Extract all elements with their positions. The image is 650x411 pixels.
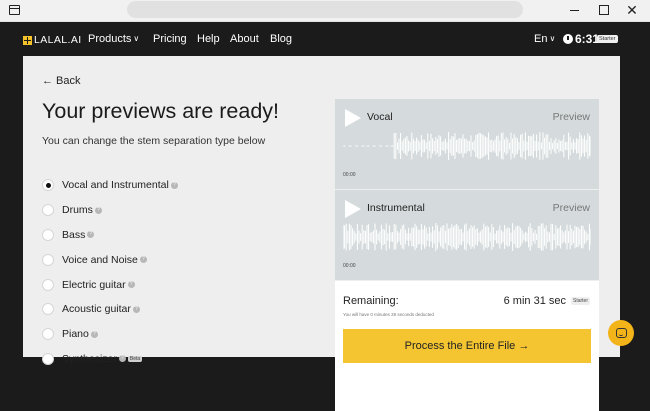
track-name: Instrumental	[367, 202, 425, 214]
language-label: En	[534, 33, 548, 45]
chat-icon	[615, 328, 627, 338]
instrumental-waveform[interactable]	[343, 222, 591, 252]
option-label: Vocal and Instrumental	[62, 179, 169, 192]
radio-icon[interactable]	[42, 328, 54, 341]
play-icon[interactable]	[345, 109, 361, 127]
info-icon[interactable]: ?	[94, 206, 102, 214]
track-instrumental: Instrumental Preview 00:00	[335, 190, 599, 280]
nav-blog[interactable]: Blog	[270, 33, 292, 45]
page-scrollbar[interactable]	[632, 56, 650, 357]
track-time: 00:00	[343, 263, 356, 269]
option-piano[interactable]: Piano ?	[42, 322, 178, 347]
chevron-down-icon: ∨	[133, 34, 140, 43]
option-voice-noise[interactable]: Voice and Noise ?	[42, 247, 178, 272]
deduction-note: You will have 0 minutes 28 seconds deduc…	[343, 312, 434, 317]
info-icon[interactable]: ?	[170, 181, 178, 189]
site-nav: LALAL.AI Products ∨ Pricing Help About Bl…	[0, 22, 650, 56]
stem-type-options: Vocal and Instrumental ? Drums ? Bass ? …	[42, 173, 178, 371]
option-label: Acoustic guitar	[62, 303, 131, 316]
vocal-waveform[interactable]	[343, 131, 591, 161]
option-label: Electric guitar	[62, 278, 126, 291]
remaining-label: Remaining:	[343, 295, 399, 307]
option-acoustic-guitar[interactable]: Acoustic guitar ?	[42, 297, 178, 322]
preview-panel: Vocal Preview 00:00 Instrumental Preview…	[335, 99, 599, 411]
logo-icon	[23, 35, 32, 45]
radio-icon[interactable]	[42, 303, 54, 316]
info-icon[interactable]: ?	[90, 330, 98, 338]
radio-icon[interactable]	[42, 228, 54, 241]
remaining-box: Remaining: 6 min 31 sec Starter You will…	[335, 281, 599, 411]
plan-badge: Starter	[597, 35, 618, 43]
radio-icon[interactable]	[42, 352, 54, 365]
radio-icon[interactable]	[42, 253, 54, 266]
info-icon[interactable]: ?	[132, 305, 140, 313]
window-icon	[9, 5, 20, 15]
logo-text: LALAL.AI	[34, 34, 82, 46]
track-vocal: Vocal Preview 00:00	[335, 99, 599, 189]
time-balance-value: 6:31	[575, 32, 600, 46]
minimize-icon[interactable]	[567, 3, 583, 17]
info-icon[interactable]: ?	[139, 256, 147, 264]
main-content: ← Back Your previews are ready! You can …	[23, 56, 620, 411]
radio-icon[interactable]	[42, 204, 54, 217]
maximize-icon[interactable]	[596, 3, 612, 17]
option-label: Synthesizer	[62, 352, 117, 365]
page-subtitle: You can change the stem separation type …	[42, 135, 266, 147]
remaining-value: 6 min 31 sec	[503, 295, 566, 307]
radio-selected-icon[interactable]	[42, 179, 54, 192]
page-title: Your previews are ready!	[42, 99, 280, 123]
option-vocal-instrumental[interactable]: Vocal and Instrumental ?	[42, 173, 178, 198]
address-bar[interactable]	[127, 1, 523, 18]
option-electric-guitar[interactable]: Electric guitar ?	[42, 272, 178, 297]
chat-button[interactable]	[608, 320, 634, 346]
option-label: Bass	[62, 228, 86, 241]
info-icon[interactable]: ?	[87, 231, 95, 239]
logo[interactable]: LALAL.AI	[23, 34, 82, 46]
language-selector[interactable]: En ∨	[534, 33, 555, 45]
track-preview-label: Preview	[552, 111, 590, 123]
option-bass[interactable]: Bass ?	[42, 223, 178, 248]
back-link[interactable]: ← Back	[42, 75, 81, 87]
track-time: 00:00	[343, 172, 356, 178]
chevron-down-icon: ∨	[549, 34, 556, 43]
clock-icon	[563, 34, 573, 44]
nav-products-label: Products	[88, 33, 132, 45]
track-name: Vocal	[367, 111, 393, 123]
nav-pricing[interactable]: Pricing	[153, 33, 187, 45]
option-synthesizer[interactable]: Synthesizer ? Beta	[42, 347, 178, 372]
window-titlebar: ✕	[0, 0, 650, 22]
process-entire-file-button[interactable]: Process the Entire File →	[343, 329, 591, 363]
time-balance[interactable]: 6:31	[563, 32, 599, 46]
track-preview-label: Preview	[552, 202, 590, 214]
nav-about[interactable]: About	[230, 33, 259, 45]
radio-icon[interactable]	[42, 278, 54, 291]
option-label: Drums	[62, 204, 93, 217]
plan-badge: Starter	[570, 297, 590, 305]
nav-help[interactable]: Help	[197, 33, 220, 45]
nav-products[interactable]: Products ∨	[88, 33, 139, 45]
option-drums[interactable]: Drums ?	[42, 198, 178, 223]
close-icon[interactable]: ✕	[624, 3, 640, 17]
option-label: Piano	[62, 328, 89, 341]
play-icon[interactable]	[345, 200, 361, 218]
option-label: Voice and Noise	[62, 253, 138, 266]
info-icon[interactable]: ?	[127, 281, 135, 289]
